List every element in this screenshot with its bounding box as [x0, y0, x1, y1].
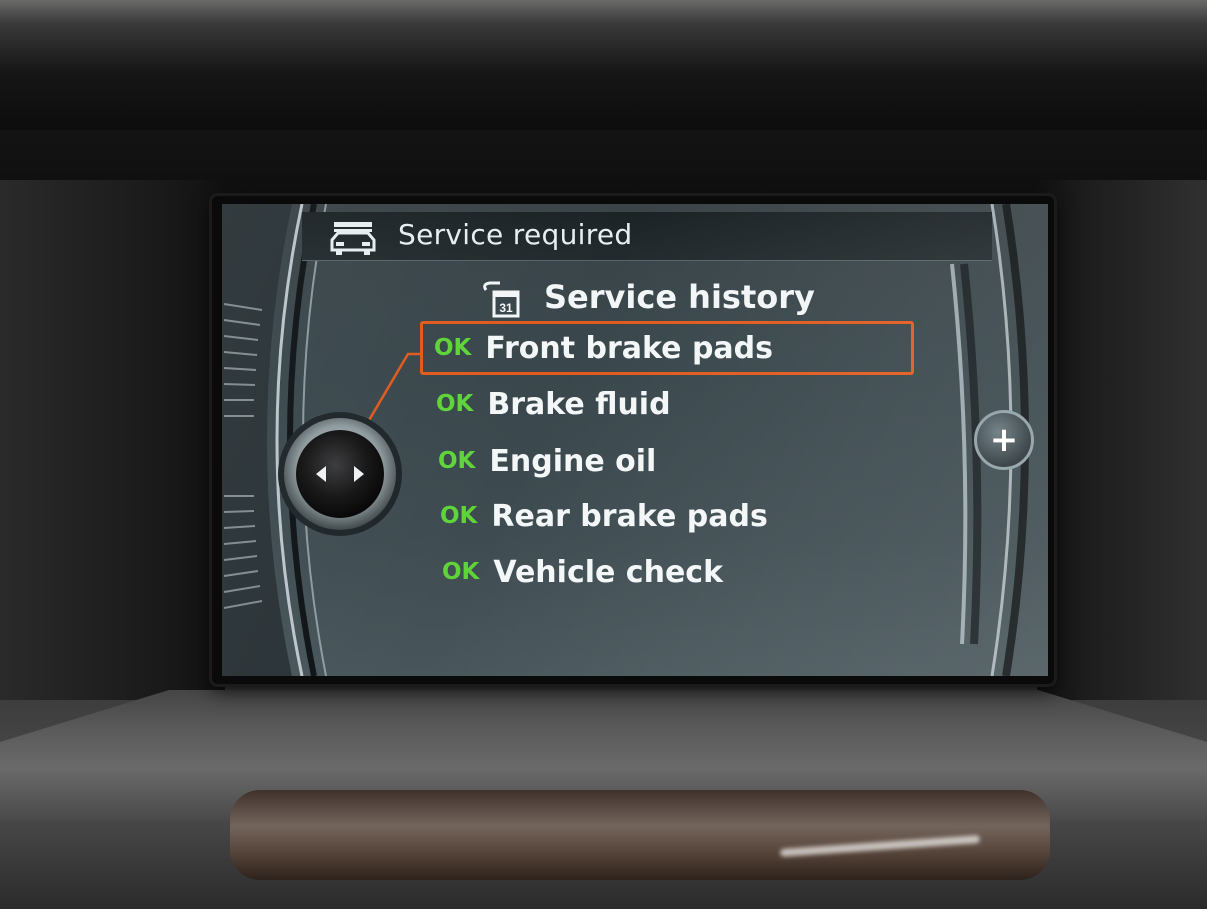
item-label: Vehicle check — [493, 554, 724, 590]
car-service-icon — [330, 222, 376, 255]
service-history-link[interactable]: Service history — [544, 278, 815, 316]
list-item-vehicle-check[interactable]: OK Vehicle check — [442, 550, 723, 594]
list-item-engine-oil[interactable]: OK Engine oil — [438, 439, 656, 483]
dashboard-left — [0, 180, 225, 700]
status-badge: OK — [434, 335, 472, 361]
dashboard-top — [0, 0, 1207, 130]
status-badge: OK — [440, 503, 478, 529]
display-screen: Service required 31 Service history OK F… — [222, 204, 1048, 676]
status-badge: OK — [438, 448, 476, 474]
screen-title: Service required — [398, 218, 633, 251]
svg-text:31: 31 — [499, 301, 513, 315]
list-item-front-brake-pads[interactable]: OK Front brake pads — [434, 326, 773, 370]
item-label: Engine oil — [489, 443, 657, 479]
plus-button[interactable]: + — [974, 410, 1034, 470]
item-label: Rear brake pads — [491, 498, 768, 534]
status-badge: OK — [442, 559, 480, 585]
idrive-controller-icon[interactable] — [274, 408, 406, 540]
status-badge: OK — [436, 391, 474, 417]
list-item-brake-fluid[interactable]: OK Brake fluid — [436, 382, 671, 426]
calendar-service-icon: 31 — [483, 281, 520, 318]
wood-trim — [230, 790, 1050, 880]
list-item-rear-brake-pads[interactable]: OK Rear brake pads — [440, 494, 768, 538]
photo-scene: Service required 31 Service history OK F… — [0, 0, 1207, 909]
item-label: Brake fluid — [487, 386, 671, 422]
dashboard-right — [1037, 180, 1207, 700]
item-label: Front brake pads — [485, 330, 773, 366]
